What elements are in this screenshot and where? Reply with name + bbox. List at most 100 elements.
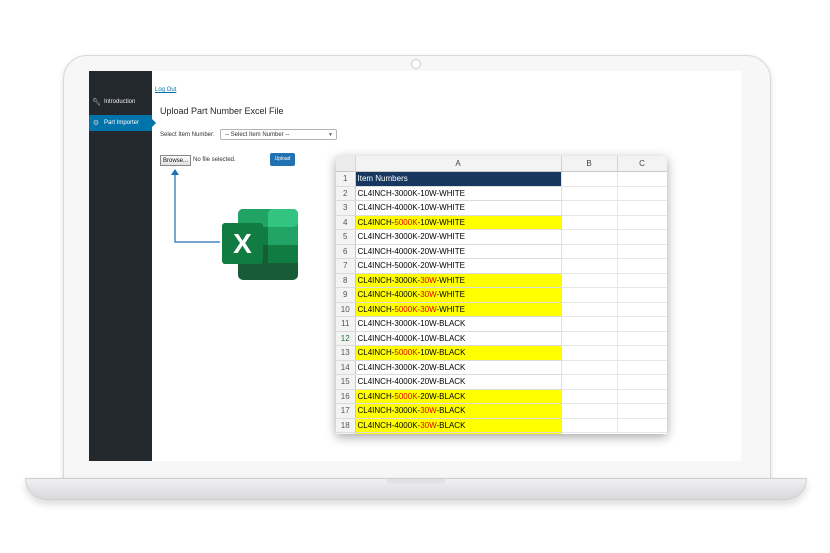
cell-b[interactable] bbox=[561, 403, 618, 419]
cell-b[interactable] bbox=[561, 432, 618, 434]
row-header[interactable]: 14 bbox=[336, 360, 356, 375]
cell-a[interactable]: CL4INCH-3000K-10W-WHITE bbox=[355, 186, 562, 201]
table-row: 14 CL4INCH-3000K-20W-BLACK bbox=[336, 360, 667, 375]
cell-a[interactable]: Item Numbers bbox=[355, 171, 562, 187]
cell-text: 5000K bbox=[394, 217, 418, 227]
select-all-corner[interactable] bbox=[336, 156, 356, 172]
row-header[interactable]: 16 bbox=[336, 389, 356, 404]
row-header[interactable]: 17 bbox=[336, 403, 356, 419]
cell-b[interactable] bbox=[561, 273, 618, 288]
table-row: 12 CL4INCH-4000K-10W-BLACK bbox=[336, 331, 667, 346]
cell-a[interactable]: CL4INCH-4000K-30W-BLACK bbox=[355, 418, 562, 433]
cell-c[interactable] bbox=[617, 331, 667, 346]
cell-text: CL4INCH-4000K-10W-BLACK bbox=[357, 333, 466, 343]
cell-b[interactable] bbox=[561, 244, 618, 259]
cell-b[interactable] bbox=[561, 418, 618, 433]
cell-a[interactable]: CL4INCH-3000K-20W-WHITE bbox=[355, 229, 562, 245]
column-header-b[interactable]: B bbox=[561, 156, 618, 172]
cell-c[interactable] bbox=[617, 302, 667, 317]
cell-a[interactable]: CL4INCH-3000K-30W-WHITE bbox=[355, 273, 562, 288]
cell-c[interactable] bbox=[617, 258, 667, 274]
cell-a[interactable]: CL4INCH-4000K-10W-BLACK bbox=[355, 331, 562, 346]
laptop-base bbox=[25, 478, 807, 500]
cell-b[interactable] bbox=[561, 215, 618, 230]
cell-b[interactable] bbox=[561, 374, 618, 390]
cell-text: CL4INCH-4000K-20W-BLACK bbox=[357, 377, 466, 387]
cell-text: CL4INCH-3000K-20W-WHITE bbox=[357, 232, 465, 242]
cell-a[interactable]: CL4INCH-4000K-10W-WHITE bbox=[355, 200, 562, 216]
cell-a[interactable]: CL4INCH-5000K-20W-WHITE bbox=[355, 258, 562, 274]
row-header[interactable]: 11 bbox=[336, 316, 356, 332]
cell-a[interactable]: CL4INCH-3000K-10W-BLACK bbox=[355, 316, 562, 332]
cell-b[interactable] bbox=[561, 229, 618, 245]
row-header[interactable]: 10 bbox=[336, 302, 356, 317]
row-header[interactable]: 4 bbox=[336, 215, 356, 230]
cell-c[interactable] bbox=[617, 403, 667, 419]
cell-b[interactable] bbox=[561, 186, 618, 201]
cell-text: CL4INCH-5000K-20W-WHITE bbox=[357, 261, 465, 271]
cell-text: CL4INCH- bbox=[357, 348, 395, 358]
cell-c[interactable] bbox=[617, 186, 667, 201]
cell-a[interactable]: CL4INCH-4000K-30W-WHITE bbox=[355, 287, 562, 303]
cell-c[interactable] bbox=[617, 229, 667, 245]
row-header[interactable]: 6 bbox=[336, 244, 356, 259]
cell-c[interactable] bbox=[617, 374, 667, 390]
cell-b[interactable] bbox=[561, 316, 618, 332]
cell-b[interactable] bbox=[561, 171, 618, 187]
row-header[interactable]: 5 bbox=[336, 229, 356, 245]
table-row: 11 CL4INCH-3000K-10W-BLACK bbox=[336, 316, 667, 332]
cell-b[interactable] bbox=[561, 389, 618, 404]
cell-c[interactable] bbox=[617, 389, 667, 404]
cell-b[interactable] bbox=[561, 302, 618, 317]
cell-a[interactable]: CL4INCH-3000K-30W-BLACK bbox=[355, 403, 562, 419]
cell-a[interactable]: CL4INCH-5000K-30W-BLACK bbox=[355, 432, 562, 434]
row-header[interactable]: 2 bbox=[336, 186, 356, 201]
cell-c[interactable] bbox=[617, 200, 667, 216]
cell-c[interactable] bbox=[617, 418, 667, 433]
cell-text: CL4INCH-3000K- bbox=[357, 275, 421, 285]
cell-b[interactable] bbox=[561, 345, 618, 361]
cell-text: 5000K bbox=[394, 391, 418, 401]
column-header-a[interactable]: A bbox=[355, 156, 562, 172]
cell-c[interactable] bbox=[617, 215, 667, 230]
row-header[interactable]: 7 bbox=[336, 258, 356, 274]
cell-a[interactable]: CL4INCH-4000K-20W-BLACK bbox=[355, 374, 562, 390]
cell-b[interactable] bbox=[561, 200, 618, 216]
cell-c[interactable] bbox=[617, 171, 667, 187]
cell-c[interactable] bbox=[617, 244, 667, 259]
cell-c[interactable] bbox=[617, 345, 667, 361]
cell-b[interactable] bbox=[561, 287, 618, 303]
cell-b[interactable] bbox=[561, 258, 618, 274]
cell-b[interactable] bbox=[561, 331, 618, 346]
row-header[interactable]: 13 bbox=[336, 345, 356, 361]
cell-b[interactable] bbox=[561, 360, 618, 375]
row-header[interactable]: 15 bbox=[336, 374, 356, 390]
spreadsheet: A B C 1 Item Numbers 2 CL4INCH-3000K-10W-WH… bbox=[336, 156, 667, 434]
screen: 🔧︎ Introduction ⚙ Part Importer Log Out … bbox=[89, 71, 741, 461]
row-header[interactable]: 9 bbox=[336, 287, 356, 303]
table-row: 7 CL4INCH-5000K-20W-WHITE bbox=[336, 258, 667, 274]
cell-a[interactable]: CL4INCH-5000K-20W-BLACK bbox=[355, 389, 562, 404]
excel-logo-icon: X bbox=[222, 209, 298, 280]
base-notch bbox=[386, 479, 446, 484]
cell-c[interactable] bbox=[617, 316, 667, 332]
cell-a[interactable]: CL4INCH-3000K-20W-BLACK bbox=[355, 360, 562, 375]
cell-a[interactable]: CL4INCH-5000K-10W-WHITE bbox=[355, 215, 562, 230]
cell-c[interactable] bbox=[617, 287, 667, 303]
row-header[interactable]: 8 bbox=[336, 273, 356, 288]
cell-a[interactable]: CL4INCH-4000K-20W-WHITE bbox=[355, 244, 562, 259]
cell-text: -WHITE bbox=[436, 275, 465, 285]
row-header[interactable]: 3 bbox=[336, 200, 356, 216]
cell-text: -BLACK bbox=[436, 406, 466, 416]
cell-text: -WHITE bbox=[436, 304, 465, 314]
cell-c[interactable] bbox=[617, 432, 667, 434]
row-header[interactable]: 19 bbox=[336, 432, 356, 434]
cell-c[interactable] bbox=[617, 360, 667, 375]
row-header[interactable]: 18 bbox=[336, 418, 356, 433]
row-header[interactable]: 12 bbox=[336, 331, 356, 346]
cell-c[interactable] bbox=[617, 273, 667, 288]
cell-a[interactable]: CL4INCH-5000K-10W-BLACK bbox=[355, 345, 562, 361]
row-header[interactable]: 1 bbox=[336, 171, 356, 187]
cell-a[interactable]: CL4INCH-5000K-30W-WHITE bbox=[355, 302, 562, 317]
column-header-c[interactable]: C bbox=[617, 156, 667, 172]
